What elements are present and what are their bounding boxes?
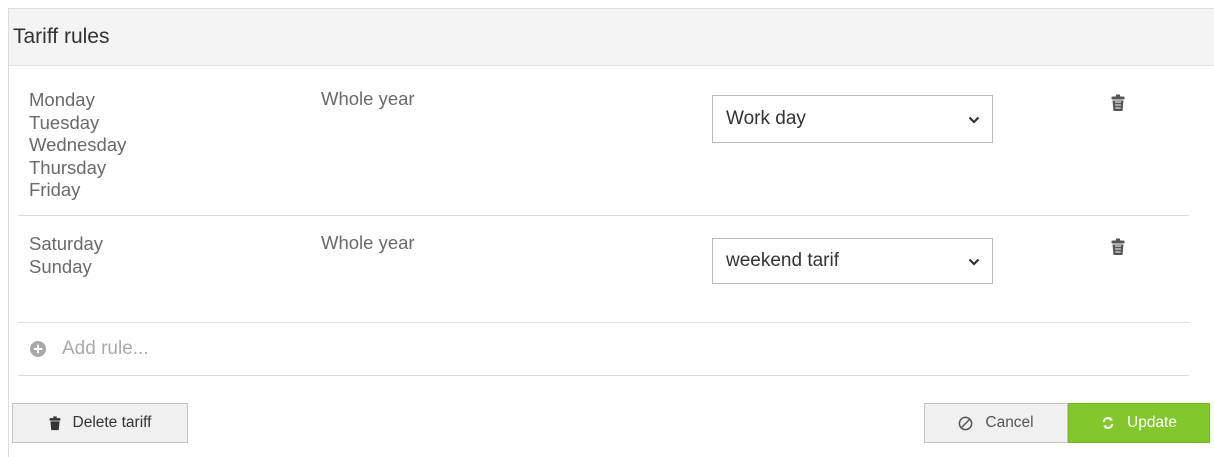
rule-row: Saturday Sunday Whole year weekend tarif	[18, 216, 1189, 323]
add-rule-link[interactable]: Add rule...	[18, 323, 1189, 376]
panel-title: Tariff rules	[13, 25, 110, 48]
refresh-icon	[1101, 416, 1115, 430]
rule-row: Monday Tuesday Wednesday Thursday Friday…	[18, 72, 1189, 216]
rule-days: Saturday Sunday	[29, 233, 103, 278]
cancel-button[interactable]: Cancel	[924, 403, 1068, 443]
delete-tariff-label: Delete tariff	[72, 414, 152, 431]
tariff-select[interactable]: Work day	[712, 95, 993, 143]
rule-days: Monday Tuesday Wednesday Thursday Friday	[29, 89, 126, 202]
chevron-down-icon	[968, 108, 980, 130]
ban-icon	[958, 416, 973, 431]
update-button[interactable]: Update	[1068, 403, 1210, 443]
day-label: Monday	[29, 89, 95, 110]
cancel-label: Cancel	[985, 414, 1034, 431]
day-label: Wednesday	[29, 134, 127, 155]
trash-icon[interactable]	[1111, 94, 1125, 117]
tariff-select-value: Work day	[726, 108, 806, 129]
trash-icon[interactable]	[1111, 238, 1125, 261]
day-label: Sunday	[29, 255, 92, 277]
tariff-select[interactable]: weekend tarif	[712, 238, 993, 284]
tariff-select-value: weekend tarif	[726, 250, 840, 271]
delete-tariff-button[interactable]: Delete tariff	[12, 403, 188, 443]
rule-period: Whole year	[321, 88, 415, 109]
plus-circle-icon	[30, 341, 46, 357]
update-label: Update	[1127, 414, 1177, 431]
day-label: Friday	[29, 179, 81, 200]
day-label: Thursday	[29, 156, 107, 178]
trash-icon	[49, 415, 61, 431]
add-rule-label: Add rule...	[62, 338, 149, 359]
rule-period: Whole year	[321, 232, 415, 253]
panel-header: Tariff rules	[9, 9, 1214, 66]
day-label: Tuesday	[29, 111, 100, 133]
day-label: Saturday	[29, 233, 104, 254]
chevron-down-icon	[968, 250, 980, 272]
rules-list: Monday Tuesday Wednesday Thursday Friday…	[18, 72, 1189, 376]
